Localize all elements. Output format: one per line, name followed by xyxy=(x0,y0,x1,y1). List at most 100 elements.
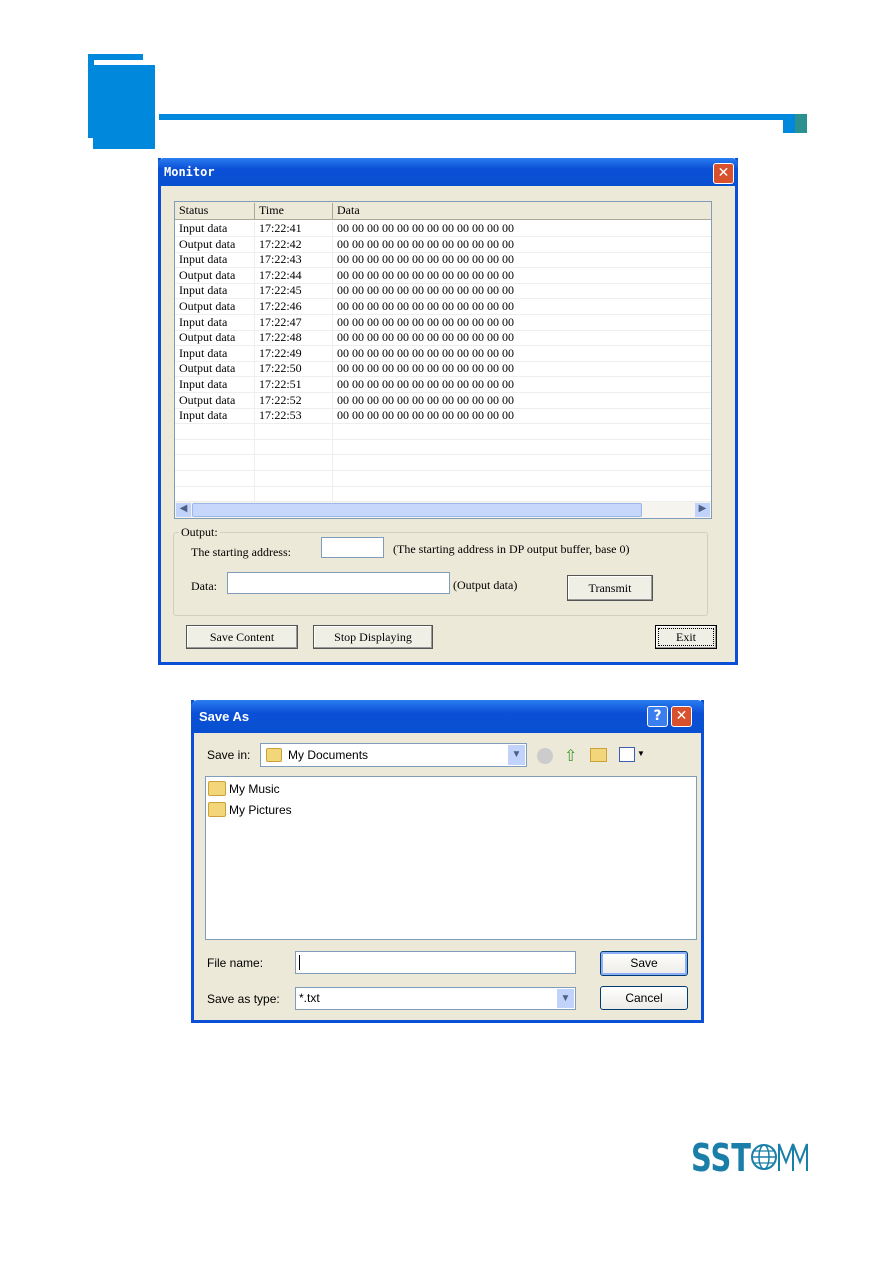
scroll-thumb[interactable] xyxy=(192,503,642,517)
table-row[interactable]: Output data 17:22:48 00 00 00 00 00 00 00 … xyxy=(175,330,711,347)
cell-data xyxy=(333,455,713,471)
save-as-type-value: *.txt xyxy=(299,991,320,1005)
stop-displaying-button[interactable]: Stop Displaying xyxy=(313,625,433,649)
save-content-button[interactable]: Save Content xyxy=(186,625,298,649)
header-square-teal xyxy=(795,114,807,133)
cell-time: 17:22:47 xyxy=(255,314,333,331)
cell-data xyxy=(333,439,713,455)
cell-status: Output data xyxy=(175,267,255,284)
cell-status xyxy=(175,470,255,487)
view-menu-icon[interactable] xyxy=(619,747,635,762)
folder-icon xyxy=(266,748,282,762)
table-row[interactable]: Output data 17:22:44 00 00 00 00 00 00 00 … xyxy=(175,267,711,284)
table-row[interactable]: Input data 17:22:49 00 00 00 00 00 00 00 0… xyxy=(175,345,711,362)
empty-row xyxy=(175,470,711,487)
cell-status: Output data xyxy=(175,392,255,409)
file-name-input[interactable] xyxy=(295,951,576,974)
cell-data: 00 00 00 00 00 00 00 00 00 00 00 00 xyxy=(337,408,514,423)
table-row[interactable]: Input data 17:22:45 00 00 00 00 00 00 00 0… xyxy=(175,283,711,300)
horizontal-scrollbar[interactable]: ◀ ▶ xyxy=(175,502,711,518)
list-item[interactable]: My Music xyxy=(208,781,280,796)
column-time[interactable]: Time xyxy=(255,203,333,220)
empty-row xyxy=(175,455,711,471)
cell-data: 00 00 00 00 00 00 00 00 00 00 00 00 xyxy=(337,267,514,282)
list-header: Status Time Data xyxy=(175,202,711,220)
start-address-hint: (The starting address in DP output buffe… xyxy=(393,542,630,556)
cell-time xyxy=(255,455,333,471)
cell-time: 17:22:50 xyxy=(255,361,333,378)
cell-data: 00 00 00 00 00 00 00 00 00 00 00 00 xyxy=(337,392,514,407)
monitor-list: Status Time Data Input data 17:22:41 00 00… xyxy=(174,201,712,519)
monitor-title: Monitor xyxy=(164,165,215,179)
folder-icon xyxy=(208,781,226,796)
cell-data: 00 00 00 00 00 00 00 00 00 00 00 00 xyxy=(337,252,514,267)
table-row[interactable]: Output data 17:22:46 00 00 00 00 00 00 00 … xyxy=(175,299,711,315)
cell-data: 00 00 00 00 00 00 00 00 00 00 00 00 xyxy=(337,314,514,329)
cell-status: Output data xyxy=(175,236,255,253)
save-as-title: Save As xyxy=(199,709,250,724)
chevron-down-icon[interactable]: ▼ xyxy=(508,745,525,765)
save-in-value: My Documents xyxy=(288,748,369,762)
start-address-label: The starting address: xyxy=(191,545,291,559)
cell-data xyxy=(333,424,713,440)
table-row[interactable]: Input data 17:22:51 00 00 00 00 00 00 00 0… xyxy=(175,377,711,393)
cell-status xyxy=(175,455,255,471)
table-row[interactable]: Input data 17:22:47 00 00 00 00 00 00 00 0… xyxy=(175,314,711,331)
close-icon[interactable]: ✕ xyxy=(671,706,692,727)
cell-time: 17:22:46 xyxy=(255,299,333,315)
save-as-dialog: Save As ? ✕ Save in: My Documents ▼ ⇧ ▼ … xyxy=(191,700,704,1023)
column-data[interactable]: Data xyxy=(333,203,360,218)
new-folder-icon[interactable] xyxy=(590,748,607,762)
cell-status: Input data xyxy=(175,408,255,425)
transmit-button[interactable]: Transmit xyxy=(567,575,653,601)
cell-time: 17:22:53 xyxy=(255,408,333,425)
back-icon[interactable] xyxy=(537,748,553,764)
table-row[interactable]: Input data 17:22:43 00 00 00 00 00 00 00 0… xyxy=(175,252,711,269)
cell-status: Output data xyxy=(175,330,255,347)
start-address-input[interactable] xyxy=(321,537,384,558)
cell-time xyxy=(255,423,333,440)
table-row[interactable]: Output data 17:22:52 00 00 00 00 00 00 00 … xyxy=(175,392,711,409)
table-row[interactable]: Output data 17:22:50 00 00 00 00 00 00 00 … xyxy=(175,361,711,378)
up-folder-icon[interactable]: ⇧ xyxy=(564,746,577,766)
save-in-combo[interactable]: My Documents ▼ xyxy=(260,743,527,767)
save-as-titlebar: Save As ? ✕ xyxy=(191,700,704,733)
cell-data: 00 00 00 00 00 00 00 00 00 00 00 00 xyxy=(337,221,514,235)
table-row[interactable]: Output data 17:22:42 00 00 00 00 00 00 00 … xyxy=(175,236,711,253)
exit-button[interactable]: Exit xyxy=(655,625,717,649)
column-status[interactable]: Status xyxy=(175,203,255,220)
view-menu-arrow-icon[interactable]: ▼ xyxy=(637,749,645,758)
close-icon[interactable]: ✕ xyxy=(713,163,734,184)
table-row[interactable]: Input data 17:22:53 00 00 00 00 00 00 00 0… xyxy=(175,408,711,425)
data-label: Data: xyxy=(191,579,217,593)
header-rule xyxy=(159,114,807,120)
cell-status: Input data xyxy=(175,252,255,269)
table-row[interactable]: Input data 17:22:41 00 00 00 00 00 00 00 0… xyxy=(175,221,711,237)
cell-status: Input data xyxy=(175,345,255,362)
cell-time xyxy=(255,486,333,503)
save-button[interactable]: Save xyxy=(600,951,688,976)
cell-data: 00 00 00 00 00 00 00 00 00 00 00 00 xyxy=(337,345,514,360)
cell-time: 17:22:44 xyxy=(255,267,333,284)
monitor-titlebar: Monitor ✕ xyxy=(158,158,738,186)
scroll-left-button[interactable]: ◀ xyxy=(176,503,191,517)
cell-status: Output data xyxy=(175,361,255,378)
data-hint: (Output data) xyxy=(453,578,518,592)
cell-time: 17:22:49 xyxy=(255,345,333,362)
help-icon[interactable]: ? xyxy=(647,706,668,727)
data-input[interactable] xyxy=(227,572,450,594)
cell-time xyxy=(255,439,333,456)
cell-time: 17:22:48 xyxy=(255,330,333,347)
output-group-label: Output: xyxy=(179,525,220,540)
chevron-down-icon[interactable]: ▼ xyxy=(557,989,574,1008)
header-square xyxy=(783,114,795,133)
scroll-right-button[interactable]: ▶ xyxy=(695,503,710,517)
save-as-type-combo[interactable]: *.txt ▼ xyxy=(295,987,576,1010)
empty-row xyxy=(175,439,713,456)
empty-row xyxy=(175,486,711,503)
folder-icon xyxy=(208,802,226,817)
item-label: My Music xyxy=(229,781,280,796)
list-item[interactable]: My Pictures xyxy=(208,802,292,817)
cancel-button[interactable]: Cancel xyxy=(600,986,688,1010)
cell-time: 17:22:43 xyxy=(255,252,333,269)
